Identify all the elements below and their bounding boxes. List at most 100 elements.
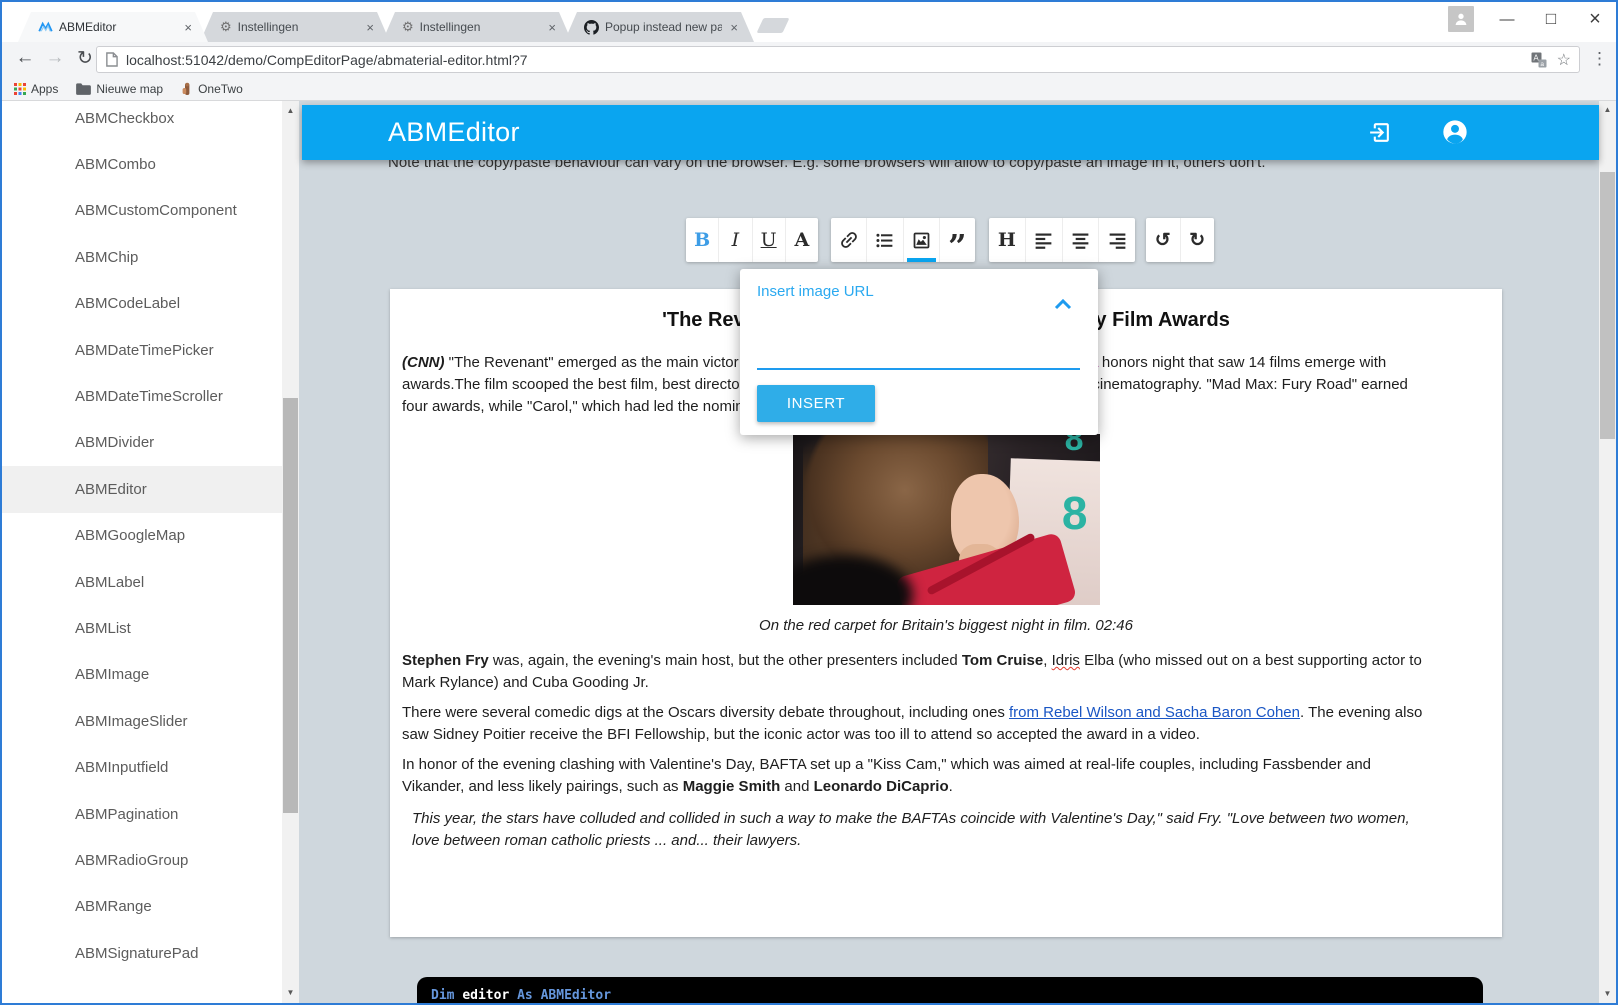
article-paragraph: This year, the stars have colluded and c… [402, 808, 1490, 852]
tab-strip: ABMEditor × ⚙ Instellingen × ⚙ Instellingen × Po… [18, 12, 790, 42]
title-bar: ABMEditor × ⚙ Instellingen × ⚙ Instellingen × Po… [2, 2, 1616, 42]
text-segment: . [948, 778, 953, 795]
sidebar-item-abmcombo[interactable]: ABMCombo [2, 141, 282, 187]
bookmark-folder-nieuwe-map[interactable]: Nieuwe map [76, 82, 163, 96]
url-text[interactable]: localhost:51042/demo/CompEditorPage/abma… [126, 52, 1531, 68]
sidebar-item-abminputfield[interactable]: ABMInputfield [2, 744, 282, 790]
scroll-down-icon[interactable]: ▼ [1599, 986, 1616, 1002]
scroll-down-icon[interactable]: ▼ [282, 985, 299, 1001]
bookmark-apps[interactable]: Apps [14, 82, 58, 96]
sidebar-scrollbar[interactable]: ▲ ▼ [282, 101, 299, 1003]
article-paragraph: There were several comedic digs at the O… [402, 702, 1490, 746]
page-viewport: ABMCheckbox ABMCombo ABMCustomComponent ABM… [2, 101, 1616, 1003]
browser-window: ABMEditor × ⚙ Instellingen × ⚙ Instellingen × Po… [0, 0, 1618, 1005]
tab-instellingen[interactable]: ⚙ Instellingen × [382, 12, 572, 42]
translate-icon[interactable]: Aa [1531, 52, 1547, 68]
page-scrollbar[interactable]: ▲ ▼ [1599, 101, 1616, 1003]
sidebar-item-abmcodelabel[interactable]: ABMCodeLabel [2, 281, 282, 327]
sidebar-item-abmimageslider[interactable]: ABMImageSlider [2, 698, 282, 744]
account-icon[interactable] [1441, 118, 1469, 151]
insert-link-button[interactable] [831, 218, 868, 262]
bookmark-label: Apps [31, 82, 59, 96]
bullet-list-button[interactable] [867, 218, 904, 262]
align-left-icon [1033, 230, 1054, 251]
sidebar-item-abmeditor[interactable]: ABMEditor [2, 466, 282, 513]
text-segment: . The evening also [1300, 704, 1423, 721]
sidebar-item-abmdatetimepicker[interactable]: ABMDateTimePicker [2, 327, 282, 373]
apps-grid-icon [14, 83, 26, 95]
tab-popup-instead-new-page[interactable]: Popup instead new page × [564, 12, 754, 42]
text-segment: Mark Rylance) and Cuba Gooding Jr. [402, 674, 649, 691]
browser-menu-icon[interactable]: ⋮ [1591, 49, 1608, 69]
address-bar[interactable]: localhost:51042/demo/CompEditorPage/abma… [96, 46, 1580, 73]
bookmark-onetwo[interactable]: OneTwo [181, 82, 243, 97]
article-link[interactable]: from Rebel Wilson and Sacha Baron Cohen [1009, 704, 1300, 721]
refresh-button[interactable]: ↻ [72, 47, 98, 70]
close-button[interactable]: × [1584, 8, 1606, 31]
scroll-up-icon[interactable]: ▲ [1599, 102, 1616, 118]
sidebar-item-abmchip[interactable]: ABMChip [2, 234, 282, 280]
sidebar-item-abmradiogroup[interactable]: ABMRadioGroup [2, 837, 282, 883]
tab-title: Instellingen [419, 20, 481, 34]
undo-button[interactable]: ↺ [1146, 218, 1181, 262]
back-button[interactable]: ← [12, 47, 38, 69]
font-color-button[interactable]: A [786, 218, 818, 262]
sidebar-item-abmsignaturepad[interactable]: ABMSignaturePad [2, 930, 282, 976]
undo-icon: ↺ [1154, 229, 1171, 251]
sidebar-item-abmimage[interactable]: ABMImage [2, 652, 282, 698]
sidebar-item-abmrange[interactable]: ABMRange [2, 884, 282, 930]
text-segment: Tom Cruise [961, 652, 1044, 669]
heading-button[interactable]: H [989, 218, 1026, 262]
sidebar-item-abmlist[interactable]: ABMList [2, 605, 282, 651]
onetwo-icon [182, 82, 190, 95]
tab-abmeditor[interactable]: ABMEditor × [18, 12, 208, 42]
insert-button[interactable]: INSERT [757, 385, 875, 422]
tab-close-icon[interactable]: × [546, 20, 558, 35]
sidebar-item-abmlabel[interactable]: ABMLabel [2, 559, 282, 605]
tab-instellingen[interactable]: ⚙ Instellingen × [200, 12, 390, 42]
blockquote-button[interactable]: ” [940, 218, 975, 262]
exit-icon[interactable] [1367, 120, 1392, 150]
bookmark-star-icon[interactable]: ☆ [1557, 50, 1571, 70]
text-segment: Stephen Fry [402, 652, 489, 669]
forward-button[interactable]: → [42, 47, 68, 69]
profile-avatar-button[interactable] [1448, 6, 1474, 32]
sidebar-item-abmdivider[interactable]: ABMDivider [2, 420, 282, 466]
align-center-button[interactable] [1063, 218, 1100, 262]
page-scroll-thumb[interactable] [1600, 172, 1615, 439]
sidebar-item-abmgooglemap[interactable]: ABMGoogleMap [2, 513, 282, 559]
bold-icon: B [694, 229, 711, 251]
heading-icon: H [997, 229, 1016, 251]
sidebar-item-abmcustomcomponent[interactable]: ABMCustomComponent [2, 188, 282, 234]
text-segment: There were several comedic digs at the O… [402, 704, 1009, 721]
sidebar-scroll-thumb[interactable] [283, 398, 298, 813]
new-tab-button[interactable] [756, 18, 790, 33]
sidebar-item-abmdatetimescroller[interactable]: ABMDateTimeScroller [2, 373, 282, 419]
sidebar-item-abmcheckbox[interactable]: ABMCheckbox [2, 101, 282, 141]
sidebar-item-abmpagination[interactable]: ABMPagination [2, 791, 282, 837]
italic-button[interactable]: I [719, 218, 753, 262]
toolbar-group: ” [831, 218, 975, 262]
tab-title: ABMEditor [59, 20, 117, 34]
maximize-button[interactable]: □ [1540, 9, 1562, 29]
insert-image-button[interactable] [904, 218, 940, 262]
chevron-up-icon[interactable] [1054, 297, 1072, 315]
minimize-button[interactable]: — [1496, 11, 1518, 28]
redo-button[interactable]: ↻ [1181, 218, 1215, 262]
scroll-up-icon[interactable]: ▲ [282, 103, 299, 119]
tab-close-icon[interactable]: × [728, 20, 740, 35]
bold-button[interactable]: B [686, 218, 720, 262]
align-left-button[interactable] [1026, 218, 1063, 262]
tab-close-icon[interactable]: × [182, 20, 194, 35]
align-right-button[interactable] [1099, 218, 1135, 262]
article-paragraph: In honor of the evening clashing with Va… [402, 754, 1490, 798]
tab-close-icon[interactable]: × [364, 20, 376, 35]
image-url-input[interactable] [757, 329, 1080, 370]
text-segment: (CNN) [402, 354, 449, 371]
text-segment: , [1043, 652, 1052, 669]
underline-button[interactable]: U [753, 218, 786, 262]
underline-icon: U [760, 229, 777, 251]
article-paragraph: Stephen Fry was, again, the evening's ma… [402, 650, 1490, 694]
active-tool-underline [906, 258, 936, 262]
